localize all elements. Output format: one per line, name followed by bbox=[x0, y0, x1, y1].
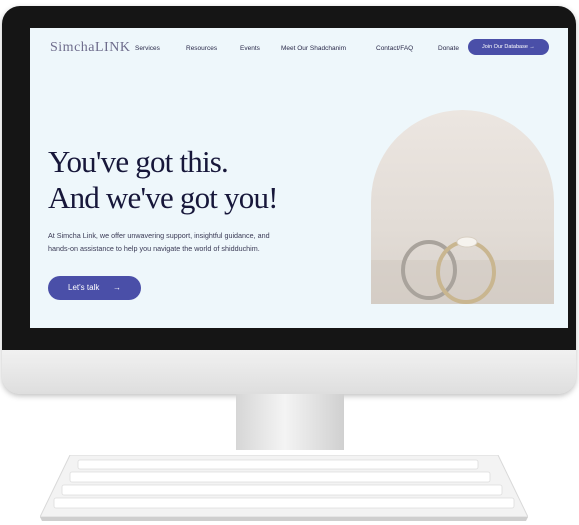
hero-headline-line-1: You've got this. bbox=[48, 144, 229, 179]
site-logo[interactable]: SimchaLINK bbox=[50, 40, 130, 56]
nav-link-events[interactable]: Events bbox=[240, 45, 260, 52]
nav-link-contact-faq[interactable]: Contact/FAQ bbox=[376, 45, 413, 52]
join-database-button[interactable]: Join Our Database → bbox=[468, 39, 549, 55]
hero-body-line-1: At Simcha Link, we offer unwavering supp… bbox=[48, 231, 270, 240]
monitor: SimchaLINK Services Resources Events Mee… bbox=[2, 6, 576, 394]
top-navigation: SimchaLINK Services Resources Events Mee… bbox=[30, 28, 568, 68]
website-screen: SimchaLINK Services Resources Events Mee… bbox=[30, 28, 568, 328]
monitor-stand bbox=[236, 394, 344, 450]
lets-talk-label: Let's talk bbox=[68, 283, 100, 292]
nav-link-resources[interactable]: Resources bbox=[186, 45, 217, 52]
nav-link-meet-our-shadchanim[interactable]: Meet Our Shadchanim bbox=[281, 45, 346, 52]
lets-talk-button[interactable]: Let's talk → bbox=[48, 276, 141, 300]
arrow-right-icon: → bbox=[113, 283, 121, 292]
monitor-chin bbox=[2, 350, 576, 394]
rings-illustration bbox=[371, 236, 554, 304]
nav-link-services[interactable]: Services bbox=[135, 45, 160, 52]
wedding-rings-image bbox=[371, 110, 554, 304]
nav-link-donate[interactable]: Donate bbox=[438, 45, 459, 52]
keyboard bbox=[40, 455, 528, 521]
hero-headline-line-2: And we've got you! bbox=[48, 180, 278, 215]
hero-body-line-2: hands-on assistance to help you navigate… bbox=[48, 244, 260, 253]
